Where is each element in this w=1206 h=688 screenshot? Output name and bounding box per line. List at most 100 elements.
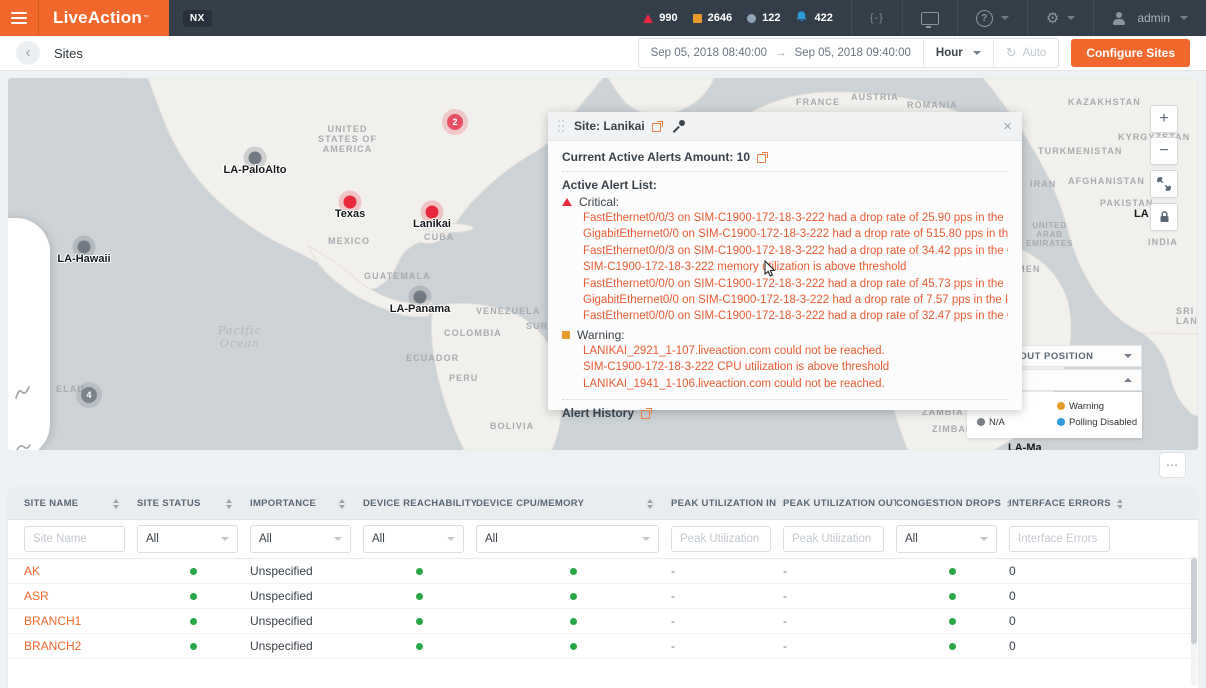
column-header-site-status[interactable]: SITE STATUS — [137, 498, 250, 509]
table-scrollbar[interactable] — [1191, 556, 1197, 686]
column-header-device-cpu-memory[interactable]: DEVICE CPU/MEMORY — [476, 498, 671, 509]
critical-alert-item[interactable]: GigabitEthernet0/0 on SIM-C1900-172-18-3… — [583, 226, 1008, 242]
zoom-in-button[interactable]: + — [1150, 105, 1178, 133]
table-row[interactable]: BRANCH2Unspecified--0 — [8, 634, 1198, 659]
code-snippet-button[interactable]: {-} — [852, 12, 902, 24]
brand-logo[interactable]: LiveAction ™ — [39, 0, 169, 36]
display-button[interactable] — [903, 12, 957, 25]
pin-icon[interactable] — [673, 120, 686, 133]
site-name-link[interactable]: AK — [24, 564, 137, 578]
legend-dot — [1057, 418, 1065, 426]
back-button[interactable]: ‹ — [16, 41, 40, 65]
site-name-link[interactable]: BRANCH2 — [24, 639, 137, 653]
column-header-congestion-drops[interactable]: CONGESTION DROPS — [896, 498, 1009, 509]
notifications-counter[interactable]: 422 — [795, 10, 832, 27]
open-site-external-icon[interactable] — [652, 121, 663, 132]
warning-alerts-count: 2646 — [708, 12, 732, 24]
sort-icon[interactable] — [647, 499, 653, 509]
close-icon[interactable]: × — [1003, 119, 1012, 134]
sort-icon[interactable] — [339, 499, 345, 509]
alerts-amount-external-icon[interactable] — [757, 152, 768, 163]
column-header-site-name[interactable]: SITE NAME — [24, 498, 137, 509]
status-dot-cell — [896, 618, 1009, 625]
help-menu[interactable]: ? — [958, 10, 1027, 27]
table-row-partial[interactable] — [8, 659, 1198, 683]
zoom-out-button[interactable]: − — [1150, 137, 1178, 165]
filter-input-peak-utilization-in[interactable] — [671, 526, 771, 552]
sort-desc-icon — [1117, 505, 1122, 509]
popup-header[interactable]: Site: Lanikai × — [548, 112, 1022, 141]
cluster-marker[interactable]: 4 — [81, 387, 97, 403]
sort-asc-icon — [113, 499, 119, 503]
help-icon: ? — [976, 10, 993, 27]
date-start: Sep 05, 2018 08:40:00 — [651, 47, 767, 59]
scrollbar-thumb[interactable] — [1191, 558, 1197, 644]
column-header-device-reachability[interactable]: DEVICE REACHABILITY — [363, 498, 476, 509]
draw-tool-icon[interactable] — [14, 384, 32, 402]
alert-history-link[interactable]: Alert History — [562, 406, 634, 420]
more-options-button[interactable]: ⋯ — [1159, 452, 1186, 478]
critical-alert-item[interactable]: FastEthernet0/0/3 on SIM-C1900-172-18-3-… — [583, 243, 1008, 259]
auto-refresh-button[interactable]: ↻ Auto — [993, 39, 1059, 67]
column-header-interface-errors[interactable]: INTERFACE ERRORS — [1009, 498, 1122, 509]
critical-alert-item[interactable]: FastEthernet0/0/3 on SIM-C1900-172-18-3-… — [583, 210, 1008, 226]
drag-handle-icon[interactable] — [558, 120, 564, 133]
interval-dropdown[interactable]: Hour — [923, 39, 993, 67]
site-name-link[interactable]: BRANCH1 — [24, 614, 137, 628]
column-header-peak-utilization-in[interactable]: PEAK UTILIZATION IN — [671, 498, 783, 509]
measure-tool-icon[interactable] — [14, 440, 32, 450]
date-range-picker[interactable]: Sep 05, 2018 08:40:00 → Sep 05, 2018 09:… — [639, 39, 923, 67]
filter-select-site-status[interactable]: All — [137, 525, 238, 553]
legend-dot — [1057, 402, 1065, 410]
sort-icon[interactable] — [113, 499, 119, 509]
critical-alerts-counter[interactable]: 990 — [643, 12, 677, 24]
configure-sites-button[interactable]: Configure Sites — [1071, 39, 1190, 67]
table-row[interactable]: BRANCH1Unspecified--0 — [8, 609, 1198, 634]
filter-select-importance[interactable]: All — [250, 525, 351, 553]
filter-select-device-reachability[interactable]: All — [363, 525, 464, 553]
warning-alerts-counter[interactable]: 2646 — [693, 12, 732, 24]
table-row[interactable]: AKUnspecified--0 — [8, 559, 1198, 584]
table-row[interactable]: ASRUnspecified--0 — [8, 584, 1198, 609]
filter-select-congestion-drops[interactable]: All — [896, 525, 997, 553]
sort-icon[interactable] — [226, 499, 232, 509]
hamburger-menu-button[interactable] — [0, 0, 39, 36]
sort-icon[interactable] — [1117, 499, 1122, 509]
settings-menu[interactable]: ⚙ — [1028, 11, 1093, 26]
world-map[interactable]: FRANCEAUSTRIAROMANIAKAZAKHSTANKYRGYZSTAN… — [8, 78, 1198, 450]
critical-alert-item[interactable]: FastEthernet0/0/0 on SIM-C1900-172-18-3-… — [583, 308, 1008, 324]
green-status-dot — [949, 593, 956, 600]
column-label: CONGESTION DROPS — [896, 498, 1001, 509]
column-header-peak-utilization-out[interactable]: PEAK UTILIZATION OUT — [783, 498, 896, 509]
filter-select-device-cpu-memory[interactable]: All — [476, 525, 659, 553]
chevron-down-icon — [973, 51, 981, 55]
info-alerts-counter[interactable]: 122 — [747, 12, 780, 24]
site-name-link[interactable]: ASR — [24, 589, 137, 603]
column-label: SITE NAME — [24, 498, 78, 509]
filter-input-peak-utilization-out[interactable] — [783, 526, 884, 552]
user-menu[interactable]: admin — [1094, 11, 1206, 25]
table-cell: 0 — [1009, 614, 1122, 628]
critical-alert-item[interactable]: SIM-C1900-172-18-3-222 memory utilizatio… — [583, 259, 1008, 275]
filter-input-interface-errors[interactable] — [1009, 526, 1110, 552]
chevron-down-icon — [447, 537, 455, 541]
filter-input-site-name[interactable] — [24, 526, 125, 552]
critical-alert-item[interactable]: FastEthernet0/0/0 on SIM-C1900-172-18-3-… — [583, 276, 1008, 292]
critical-alert-item[interactable]: GigabitEthernet0/0 on SIM-C1900-172-18-3… — [583, 292, 1008, 308]
warning-alert-item[interactable]: SIM-C1900-172-18-3-222 CPU utilization i… — [583, 359, 1008, 375]
warning-alert-item[interactable]: LANIKAI_2921_1-107.liveaction.com could … — [583, 343, 1008, 359]
status-dot-cell — [363, 618, 476, 625]
alert-history-external-icon[interactable] — [641, 408, 652, 419]
time-range-control: Sep 05, 2018 08:40:00 → Sep 05, 2018 09:… — [638, 38, 1060, 68]
map-tools-flyout[interactable] — [8, 218, 50, 450]
active-alerts-amount: Current Active Alerts Amount: 10 — [562, 150, 750, 164]
column-header-importance[interactable]: IMPORTANCE — [250, 498, 363, 509]
sites-table: SITE NAME SITE STATUSIMPORTANCEDEVICE REA… — [8, 488, 1198, 688]
cluster-marker[interactable]: 2 — [447, 114, 463, 130]
site-status-dot — [426, 206, 439, 219]
green-status-dot — [190, 618, 197, 625]
legend-item: Polling Disabled — [1057, 414, 1149, 430]
lock-map-button[interactable] — [1150, 203, 1178, 231]
warning-alert-item[interactable]: LANIKAI_1941_1-106.liveaction.com could … — [583, 376, 1008, 392]
fullscreen-button[interactable] — [1150, 170, 1178, 198]
